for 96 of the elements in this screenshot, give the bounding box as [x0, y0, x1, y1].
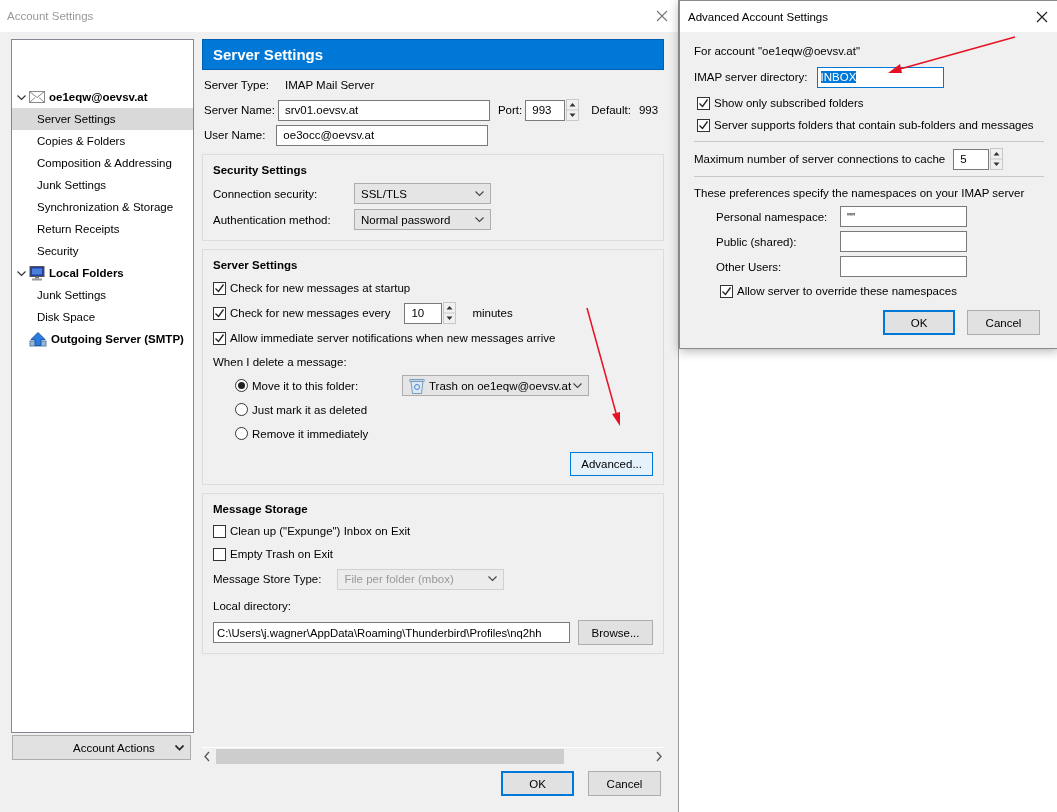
radio-button[interactable] — [235, 403, 248, 416]
sidebar-item[interactable]: Copies & Folders — [12, 130, 193, 152]
chevron-down-icon — [175, 744, 184, 751]
sidebar-item[interactable]: Return Receipts — [12, 218, 193, 240]
field-label: Maximum number of server connections to cache — [694, 153, 946, 165]
spinner-icon[interactable] — [443, 302, 457, 324]
sidebar-item[interactable]: Server Settings — [12, 108, 193, 130]
button[interactable]: OK — [501, 771, 574, 796]
tree-item[interactable]: oe1eqw@oevsv.at — [48, 91, 149, 103]
dropdown[interactable]: SSL/TLS — [354, 183, 491, 204]
checkbox-label[interactable]: Show only subscribed folders — [714, 97, 864, 109]
chevron-down-icon — [475, 216, 484, 223]
input-field[interactable]: oe3occ@oevsv.at — [276, 124, 489, 146]
dropdown[interactable]: Normal password — [354, 209, 491, 230]
checkbox[interactable] — [697, 96, 710, 110]
field-label: Personal namespace: — [716, 210, 829, 223]
section-header: Server Settings — [202, 39, 664, 70]
field-label: IMAP server directory: — [694, 71, 808, 83]
spinner-icon[interactable] — [566, 99, 580, 121]
unit-text: minutes — [472, 307, 513, 319]
field-label: Default: — [591, 104, 631, 116]
chevron-icon[interactable] — [17, 92, 26, 102]
group-title: Message Storage — [213, 502, 308, 517]
checkbox-label[interactable]: Check for new messages at startup — [230, 282, 411, 294]
tree-item[interactable]: Outgoing Server (SMTP) — [50, 333, 185, 345]
chevron-icon[interactable] — [17, 268, 26, 278]
radio-button[interactable] — [235, 427, 248, 440]
tree-item[interactable]: Local Folders — [48, 267, 125, 279]
number-field[interactable]: 5 — [953, 148, 990, 170]
chevron-down-icon — [488, 576, 498, 582]
field-label: Server Type: — [204, 79, 269, 91]
dropdown[interactable]: Trash on oe1eqw@oevsv.at — [402, 375, 589, 396]
radio-label[interactable]: Move it to this folder: — [252, 379, 398, 392]
checkbox-label[interactable]: Empty Trash on Exit — [230, 548, 333, 560]
checkbox-label[interactable]: Allow server to override these namespaces — [737, 285, 957, 297]
default-port-text: 993 — [638, 104, 659, 116]
button[interactable]: Cancel — [588, 771, 661, 796]
field-label: Connection security: — [213, 187, 319, 200]
info-text: These preferences specify the namespaces on your IMAP server — [694, 187, 1025, 199]
monitor-icon — [29, 265, 45, 281]
checkbox[interactable] — [697, 118, 710, 132]
field-label: Message Store Type: — [213, 573, 322, 585]
path-field[interactable]: C:\Users\j.wagner\AppData\Roaming\Thunderbird\Profiles\nq2hh — [213, 622, 570, 643]
envelope-icon — [29, 91, 45, 103]
input-field[interactable]: "" — [840, 206, 967, 227]
field-label: Local directory: — [213, 600, 291, 612]
group-title: Security Settings — [213, 163, 307, 178]
chevron-down-icon — [573, 382, 582, 389]
account-note: For account "oe1eqw@oevsv.at" — [694, 45, 860, 57]
group-title: Server Settings — [213, 258, 298, 273]
sidebar-item[interactable]: Junk Settings — [12, 284, 193, 306]
checkbox-label[interactable]: Check for new messages every — [230, 307, 391, 319]
horizontal-scrollbar[interactable] — [202, 747, 664, 765]
input-field[interactable]: INBOX — [816, 66, 944, 88]
field-label: Port: — [497, 104, 523, 116]
input-field[interactable] — [840, 231, 967, 252]
radio-label[interactable]: Remove it immediately — [252, 427, 369, 440]
number-field[interactable]: 993 — [525, 99, 566, 121]
checkbox[interactable] — [213, 281, 226, 295]
trash-icon — [409, 377, 425, 394]
chevron-down-icon — [475, 190, 484, 197]
number-field[interactable]: 10 — [404, 302, 443, 324]
checkbox-label[interactable]: Clean up ("Expunge") Inbox on Exit — [230, 525, 411, 537]
button[interactable]: Browse... — [578, 620, 653, 645]
button[interactable]: OK — [883, 310, 955, 335]
field-label: Public (shared): — [716, 235, 798, 248]
field-label: When I delete a message: — [213, 356, 347, 368]
checkbox[interactable] — [213, 331, 226, 345]
radio-button[interactable] — [235, 379, 248, 392]
input-field[interactable] — [840, 256, 967, 277]
checkbox-label[interactable]: Allow immediate server notifications when new messages arrive — [230, 332, 556, 344]
spinner-icon[interactable] — [990, 148, 1004, 170]
field-label: Other Users: — [716, 260, 783, 273]
checkbox[interactable] — [213, 547, 226, 561]
close-icon[interactable] — [1036, 10, 1048, 23]
checkbox[interactable] — [720, 284, 733, 298]
field-label: User Name: — [204, 129, 266, 141]
field-label: Authentication method: — [213, 213, 332, 226]
dialog-title: Advanced Account Settings — [688, 10, 828, 23]
input-field[interactable]: srv01.oevsv.at — [277, 99, 490, 121]
field-label: Server Name: — [204, 104, 275, 116]
sidebar-item[interactable]: Synchronization & Storage — [12, 196, 193, 218]
checkbox-label[interactable]: Server supports folders that contain sub-folders and messages — [714, 119, 1034, 131]
account-actions-button[interactable]: Account Actions — [12, 735, 191, 760]
button[interactable]: Advanced... — [570, 452, 653, 476]
sidebar-item[interactable]: Disk Space — [12, 306, 193, 328]
server-type-text: IMAP Mail Server — [285, 79, 375, 91]
sidebar-item[interactable]: Composition & Addressing — [12, 152, 193, 174]
checkbox[interactable] — [213, 524, 226, 538]
checkbox[interactable] — [213, 306, 226, 320]
radio-label[interactable]: Just mark it as deleted — [252, 403, 368, 416]
window-title: Account Settings — [7, 10, 94, 22]
button[interactable]: Cancel — [967, 310, 1040, 335]
sidebar-item[interactable]: Security — [12, 240, 193, 262]
upload-arrow-icon — [29, 331, 47, 347]
sidebar-item[interactable]: Junk Settings — [12, 174, 193, 196]
